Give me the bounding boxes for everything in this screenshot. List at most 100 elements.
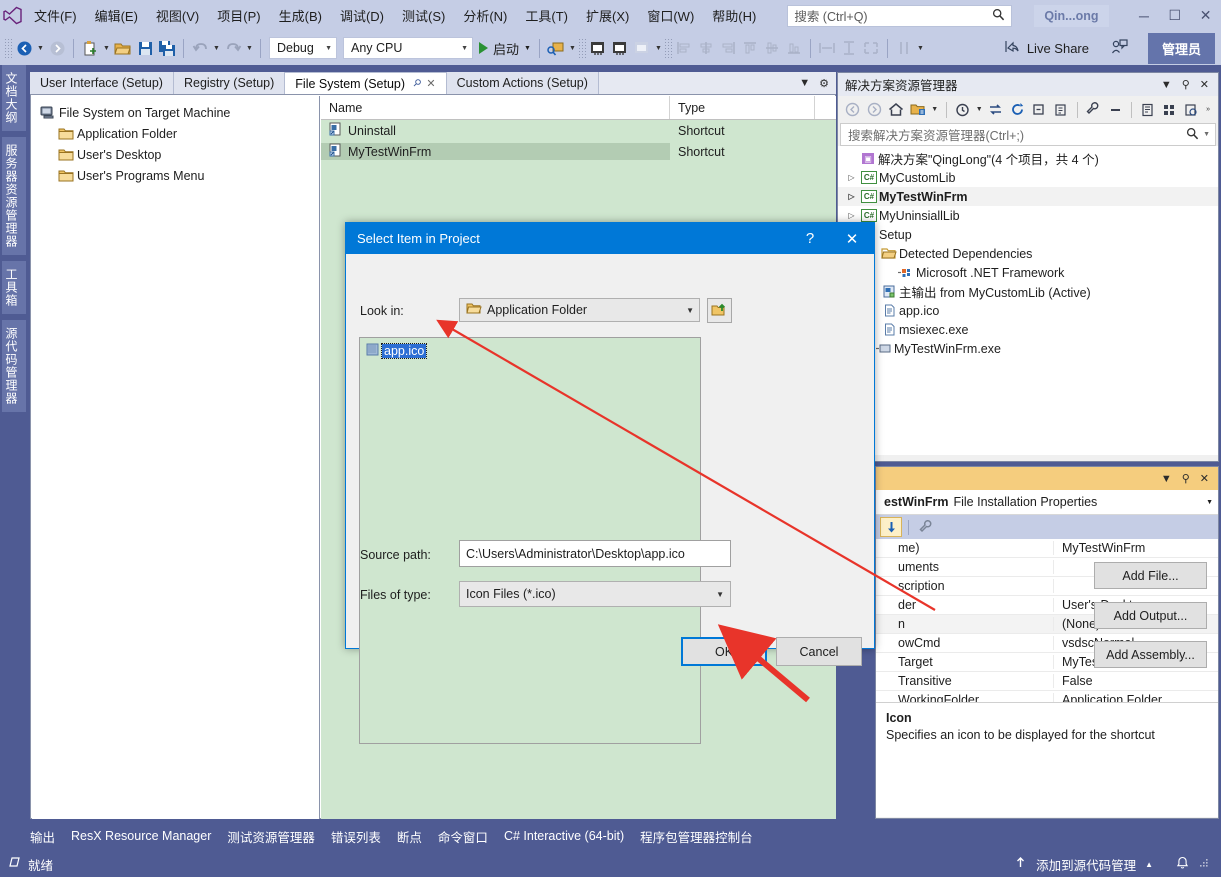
lock-controls-icon[interactable] xyxy=(609,35,631,61)
up-one-level-button[interactable] xyxy=(707,298,732,323)
hide-icon[interactable] xyxy=(1106,99,1126,121)
tab-file-system-setup[interactable]: File System (Setup) ⚲ ✕ xyxy=(285,72,447,94)
view-code-icon[interactable] xyxy=(1160,99,1180,121)
ok-button[interactable]: OK xyxy=(681,637,767,666)
overflow-icon[interactable]: » xyxy=(1203,97,1213,123)
chevron-down-icon[interactable]: ▼ xyxy=(524,45,531,52)
back-icon[interactable] xyxy=(843,99,863,121)
tree-node-users-programs-menu[interactable]: User's Programs Menu xyxy=(32,165,319,186)
close-icon[interactable]: ✕ xyxy=(1200,472,1209,485)
navigate-back-dropdown[interactable]: ▼ xyxy=(35,35,46,61)
send-feedback-icon[interactable] xyxy=(1099,38,1140,58)
tab-user-interface-setup[interactable]: User Interface (Setup) xyxy=(30,72,174,94)
menu-edit[interactable]: 编辑(E) xyxy=(86,1,147,31)
question-mark-icon[interactable]: ? xyxy=(790,230,830,247)
property-value[interactable]: MyTestWinFrm xyxy=(1054,541,1145,555)
property-row[interactable]: me) MyTestWinFrm xyxy=(876,539,1218,558)
menu-build[interactable]: 生成(B) xyxy=(270,1,331,31)
chevron-down-icon[interactable]: ▼ xyxy=(1161,473,1172,485)
chevron-down-icon[interactable]: ▼ xyxy=(1203,131,1210,138)
undo-icon[interactable] xyxy=(189,35,211,61)
solution-explorer-search-input[interactable]: 搜索解决方案资源管理器(Ctrl+;) ▼ xyxy=(840,123,1216,146)
show-all-files-icon[interactable] xyxy=(1051,99,1071,121)
bell-icon[interactable] xyxy=(1176,856,1189,873)
source-path-input[interactable]: C:\Users\Administrator\Desktop\app.ico xyxy=(459,540,731,567)
menu-extensions[interactable]: 扩展(X) xyxy=(577,1,638,31)
tab-overflow-icon[interactable]: ▼ xyxy=(799,77,810,89)
toolbar-grip[interactable] xyxy=(4,38,13,58)
chevron-down-icon[interactable]: ▼ xyxy=(1161,79,1172,91)
menu-project[interactable]: 项目(P) xyxy=(208,1,269,31)
property-row[interactable]: Transitive False xyxy=(876,672,1218,691)
align-to-grid-icon[interactable] xyxy=(587,35,609,61)
column-header-type[interactable]: Type xyxy=(670,96,815,119)
menu-analyze[interactable]: 分析(N) xyxy=(454,1,516,31)
close-icon[interactable]: ✕ xyxy=(1200,78,1209,91)
property-pages-icon[interactable] xyxy=(915,517,937,537)
menu-view[interactable]: 视图(V) xyxy=(147,1,208,31)
global-search-input[interactable]: 搜索 (Ctrl+Q) xyxy=(787,4,1013,27)
tree-node-detected-dependencies[interactable]: Detected Dependencies xyxy=(838,244,1218,263)
alphabetical-sort-icon[interactable] xyxy=(880,517,902,537)
menu-tools[interactable]: 工具(T) xyxy=(516,1,577,31)
tree-node-microsoft-net-framework[interactable]: Microsoft .NET Framework xyxy=(838,263,1218,282)
menu-file[interactable]: 文件(F) xyxy=(25,1,86,31)
tab-custom-actions-setup[interactable]: Custom Actions (Setup) xyxy=(446,72,599,94)
toolbar-grip[interactable] xyxy=(663,38,673,58)
gear-icon[interactable]: ⚙ xyxy=(819,77,829,90)
refresh-icon[interactable] xyxy=(1008,99,1028,121)
menu-help[interactable]: 帮助(H) xyxy=(703,1,765,31)
look-in-combo[interactable]: Application Folder ▼ xyxy=(459,298,700,322)
collapse-all-icon[interactable] xyxy=(1030,99,1050,121)
preview-selected-items-icon[interactable] xyxy=(1182,99,1202,121)
bottom-tab-package-manager-console[interactable]: 程序包管理器控制台 xyxy=(632,823,761,850)
navigate-forward-icon[interactable] xyxy=(46,35,68,61)
bottom-tab-resx-resource-manager[interactable]: ResX Resource Manager xyxy=(63,825,219,847)
expander-icon[interactable]: ▷ xyxy=(844,192,859,201)
tree-node-application-folder[interactable]: Application Folder xyxy=(32,123,319,144)
list-item-app-ico[interactable]: app.ico xyxy=(366,343,428,359)
add-output-button[interactable]: Add Output... xyxy=(1094,602,1207,629)
new-project-icon[interactable] xyxy=(79,35,101,61)
toolbar-overflow-icon[interactable]: ▼ xyxy=(915,35,926,61)
pin-icon[interactable]: ⚲ xyxy=(1182,78,1190,91)
bottom-tab-command-window[interactable]: 命令窗口 xyxy=(430,823,496,850)
add-file-button[interactable]: Add File... xyxy=(1094,562,1207,589)
table-row[interactable]: MyTestWinFrm Shortcut xyxy=(321,141,836,162)
menu-debug[interactable]: 调试(D) xyxy=(331,1,393,31)
window-close-button[interactable]: ✕ xyxy=(1190,0,1221,31)
sync-icon[interactable] xyxy=(986,99,1006,121)
attach-dropdown[interactable]: ▼ xyxy=(567,35,578,61)
close-icon[interactable]: ✕ xyxy=(830,230,874,248)
tree-node-msiexec-exe[interactable]: msiexec.exe xyxy=(838,320,1218,339)
solution-platform-combo[interactable]: Any CPU ▼ xyxy=(343,37,473,59)
property-value[interactable]: False xyxy=(1054,674,1093,688)
column-header-name[interactable]: Name xyxy=(321,96,670,119)
grid-dropdown[interactable]: ▼ xyxy=(653,35,664,61)
tree-node-myuninsiallib[interactable]: ▷ C# MyUninsiallLib xyxy=(838,206,1218,225)
property-value[interactable]: Application Folder xyxy=(1054,693,1162,702)
tree-node-mytestwinfrm-exe[interactable]: MyTestWinFrm.exe xyxy=(838,339,1218,358)
chevron-down-icon[interactable]: ▼ xyxy=(1206,499,1213,506)
navigate-back-icon[interactable] xyxy=(13,35,35,61)
pending-changes-icon[interactable] xyxy=(908,99,928,121)
live-share-button[interactable]: Live Share xyxy=(995,39,1099,57)
history-icon[interactable] xyxy=(953,99,973,121)
table-row[interactable]: Uninstall Shortcut xyxy=(321,120,836,141)
sidebar-tab-toolbox[interactable]: 工具箱 xyxy=(2,261,26,314)
pin-icon[interactable]: ⚲ xyxy=(1182,472,1190,485)
menu-window[interactable]: 窗口(W) xyxy=(638,1,703,31)
start-debug-button[interactable]: 启动 ▼ xyxy=(476,39,534,58)
redo-icon[interactable] xyxy=(222,35,244,61)
close-icon[interactable]: ✕ xyxy=(426,77,435,90)
resize-grip-icon[interactable] xyxy=(1198,857,1209,871)
chevron-up-icon[interactable]: ▲ xyxy=(1145,860,1153,869)
tree-node-solution[interactable]: ▣ 解决方案"QingLong"(4 个项目，共 4 个) xyxy=(838,149,1218,168)
new-project-dropdown[interactable]: ▼ xyxy=(101,35,112,61)
view-class-diagram-icon[interactable] xyxy=(1138,99,1158,121)
pin-icon[interactable]: ⚲ xyxy=(410,77,423,90)
tree-node-app-ico[interactable]: app.ico xyxy=(838,301,1218,320)
tab-registry-setup[interactable]: Registry (Setup) xyxy=(173,72,286,94)
bottom-tab-csharp-interactive[interactable]: C# Interactive (64-bit) xyxy=(496,825,632,847)
properties-icon[interactable] xyxy=(1084,99,1104,121)
